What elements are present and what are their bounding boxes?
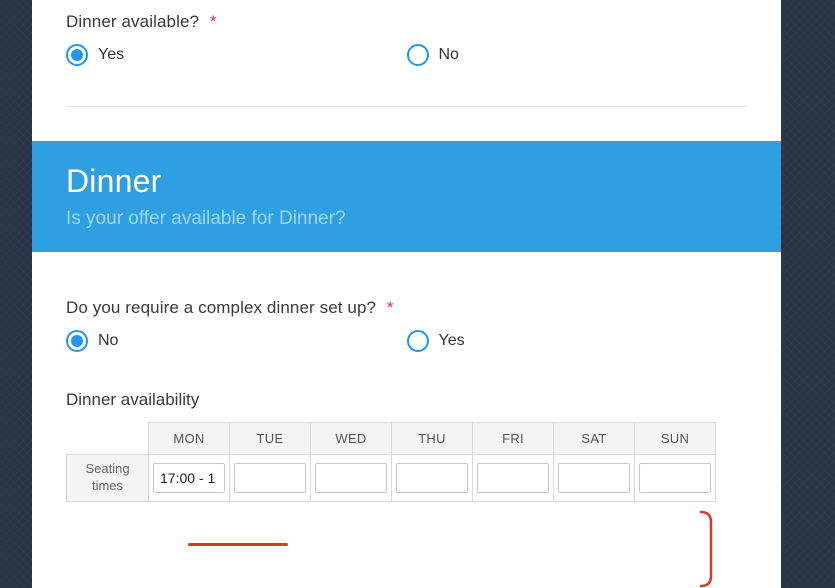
row-label: Seating times [67,455,149,502]
time-input-sun[interactable] [639,463,711,493]
radio-circle-icon[interactable] [407,44,429,66]
section-banner-dinner: Dinner Is your offer available for Dinne… [32,141,781,252]
label-text: Dinner available? [66,12,199,31]
question-label: Dinner available? * [66,12,747,32]
radio-option-no[interactable]: No [407,44,748,66]
table-header-row: MON TUE WED THU FRI SAT SUN [67,423,716,455]
label-text: Do you require a complex dinner set up? [66,298,376,317]
banner-subtitle: Is your offer available for Dinner? [66,208,747,230]
table-row: Seating times [67,455,716,502]
availability-label: Dinner availability [66,390,747,410]
radio-option-no[interactable]: No [66,330,407,352]
radio-circle-icon[interactable] [66,330,88,352]
radio-group: No Yes [66,330,747,352]
time-input-mon[interactable] [153,463,225,493]
time-input-thu[interactable] [396,463,468,493]
radio-circle-icon[interactable] [407,330,429,352]
availability-table: MON TUE WED THU FRI SAT SUN Seating time… [66,422,716,502]
radio-label: Yes [98,46,124,64]
radio-option-yes[interactable]: Yes [66,44,407,66]
radio-label: Yes [439,332,465,350]
radio-option-yes[interactable]: Yes [407,330,748,352]
divider [66,106,747,107]
time-input-tue[interactable] [234,463,306,493]
time-input-wed[interactable] [315,463,387,493]
time-input-sat[interactable] [558,463,630,493]
radio-label: No [439,46,459,64]
day-header-fri: FRI [473,423,554,455]
day-header-tue: TUE [230,423,311,455]
question-complex-setup: Do you require a complex dinner set up? … [32,252,781,352]
radio-group: Yes No [66,44,747,66]
radio-label: No [98,332,118,350]
banner-title: Dinner [66,163,747,200]
day-header-sun: SUN [635,423,716,455]
radio-circle-icon[interactable] [66,44,88,66]
availability-section: Dinner availability MON TUE WED THU FRI … [32,352,781,502]
required-asterisk: * [210,12,217,31]
question-label: Do you require a complex dinner set up? … [66,298,747,318]
question-dinner-available: Dinner available? * Yes No [32,0,781,66]
form-container: Dinner available? * Yes No Dinner Is you… [32,0,781,588]
day-header-sat: SAT [554,423,635,455]
day-header-thu: THU [392,423,473,455]
day-header-mon: MON [149,423,230,455]
required-asterisk: * [387,298,394,317]
day-header-wed: WED [311,423,392,455]
time-input-fri[interactable] [477,463,549,493]
